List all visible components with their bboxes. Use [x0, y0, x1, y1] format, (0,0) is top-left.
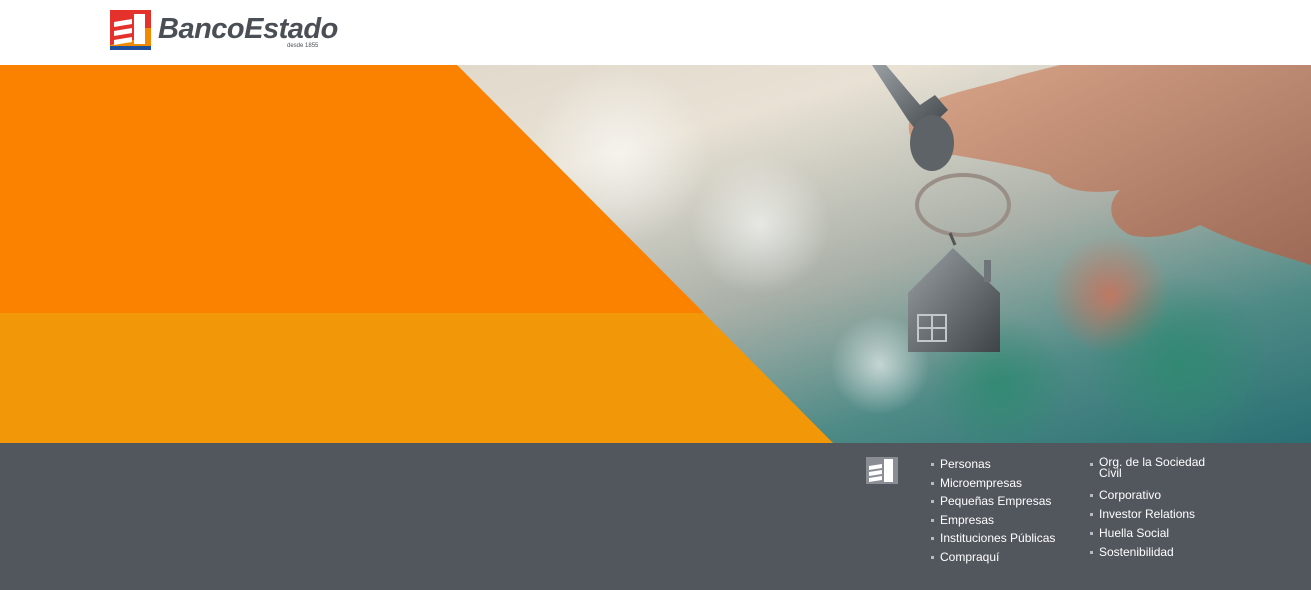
- site-footer: Personas Microempresas Pequeñas Empresas…: [0, 443, 1311, 590]
- logo-tagline: desde 1855: [287, 43, 319, 49]
- footer-link-corporativo[interactable]: Corporativo: [1090, 486, 1209, 505]
- hero-banner: [0, 65, 1311, 443]
- bancoestado-logo[interactable]: BancoEstado desde 1855: [110, 10, 338, 52]
- bancoestado-logo-icon: [110, 10, 151, 50]
- footer-link-huella-social[interactable]: Huella Social: [1090, 524, 1209, 543]
- footer-link-empresas[interactable]: Empresas: [931, 511, 1055, 530]
- footer-link-investor-relations[interactable]: Investor Relations: [1090, 505, 1209, 524]
- bancoestado-footer-icon[interactable]: [866, 457, 898, 484]
- footer-link-microempresas[interactable]: Microempresas: [931, 474, 1055, 493]
- logo-wordmark: BancoEstado: [158, 13, 338, 45]
- footer-link-sostenibilidad[interactable]: Sostenibilidad: [1090, 543, 1209, 562]
- footer-link-personas[interactable]: Personas: [931, 455, 1055, 474]
- hero-photo-key-house: [0, 65, 1311, 443]
- footer-link-org-sociedad-civil[interactable]: Org. de la Sociedad Civil: [1090, 456, 1209, 479]
- footer-link-compraqui[interactable]: Compraquí: [931, 548, 1055, 567]
- footer-link-instituciones-publicas[interactable]: Instituciones Públicas: [931, 529, 1055, 548]
- footer-links-corporate: Org. de la Sociedad Civil Corporativo In…: [1090, 456, 1209, 562]
- site-header: BancoEstado desde 1855: [0, 0, 1311, 65]
- footer-link-pequenas-empresas[interactable]: Pequeñas Empresas: [931, 492, 1055, 511]
- footer-links-segments: Personas Microempresas Pequeñas Empresas…: [931, 455, 1055, 566]
